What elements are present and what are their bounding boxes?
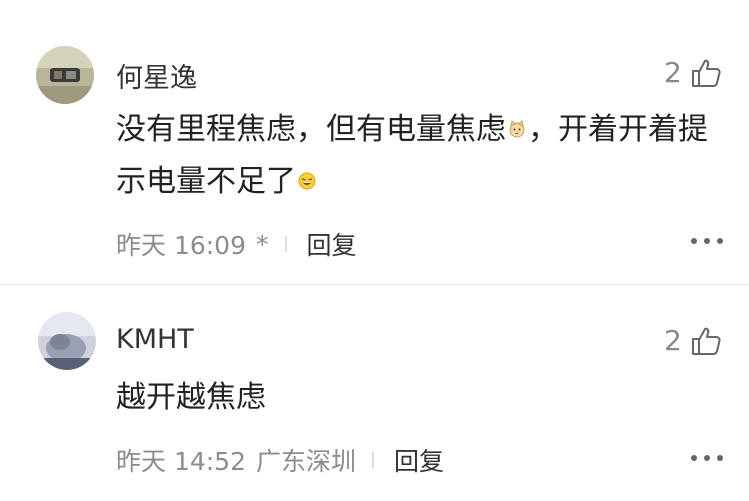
reply-button[interactable]: 回复 (307, 226, 357, 262)
username[interactable]: 何星逸 (116, 56, 197, 95)
location: * (256, 229, 269, 259)
like-count: 2 (664, 56, 682, 89)
cat-emoji-icon (509, 119, 525, 137)
comment-text: 越开越焦虑 (116, 380, 266, 415)
timestamp: 昨天 14:52 (116, 447, 246, 476)
comment-text: 没有里程焦虑，但有电量焦虑 ，开着开着提示电量不足了 (116, 104, 726, 208)
avatar[interactable] (36, 46, 94, 104)
comment-item: 何星逸 2 没有里程焦虑，但有电量焦虑 ，开着开着提示电量不足了 昨天 16:0… (0, 0, 749, 284)
laughing-emoji-icon (298, 172, 316, 189)
timestamp: 昨天 16:09 (116, 231, 246, 260)
thumbs-up-icon (691, 59, 721, 87)
like-button[interactable]: 2 (664, 324, 722, 357)
username[interactable]: KMHT (116, 324, 194, 355)
avatar[interactable] (38, 312, 96, 370)
comment-meta: 昨天 14:52 广东深圳 回复 (116, 442, 444, 478)
comment-text-part: 没有里程焦虑，但有电量焦虑 (116, 112, 506, 147)
more-options-icon[interactable] (691, 455, 723, 463)
comment-meta: 昨天 16:09 * 回复 (116, 226, 357, 262)
like-count: 2 (664, 324, 682, 357)
meta-divider (284, 236, 287, 252)
meta-divider (372, 452, 375, 468)
thumbs-up-icon (691, 327, 721, 355)
reply-button[interactable]: 回复 (394, 442, 444, 478)
location: 广东深圳 (256, 447, 357, 476)
more-options-icon[interactable] (691, 238, 723, 246)
like-button[interactable]: 2 (664, 56, 722, 89)
comment-item: KMHT 2 越开越焦虑 昨天 14:52 广东深圳 回复 (0, 284, 749, 501)
